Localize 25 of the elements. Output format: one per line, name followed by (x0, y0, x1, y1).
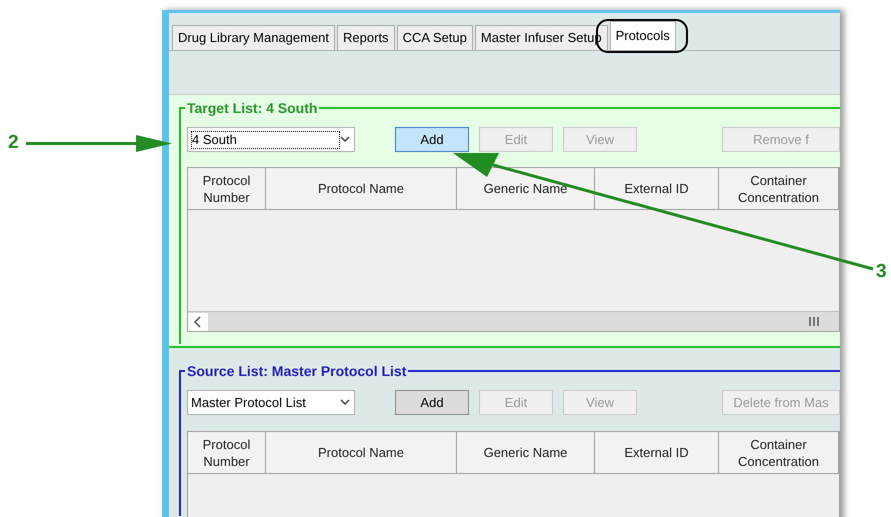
column-header[interactable]: Protocol Name (266, 168, 457, 210)
column-header[interactable]: Generic Name (457, 432, 595, 474)
chevron-down-icon (340, 136, 350, 143)
column-header[interactable]: External ID (595, 168, 719, 210)
column-header[interactable]: External ID (595, 432, 719, 474)
column-header[interactable]: Container Concentration (719, 432, 839, 474)
dropdown[interactable]: Master Protocol List (187, 390, 355, 415)
column-header[interactable]: Protocol Number (188, 168, 266, 210)
tab[interactable]: Reports (337, 25, 395, 50)
callout-number: 3 (876, 260, 887, 284)
column-header[interactable]: Protocol Number (188, 432, 266, 474)
tab[interactable]: CCA Setup (396, 25, 473, 50)
callout-number: 2 (8, 131, 19, 155)
grip-icon (809, 317, 819, 326)
column-header[interactable]: Container Concentration (719, 168, 839, 210)
horizontal-scrollbar[interactable] (188, 311, 839, 331)
tab[interactable]: Drug Library Management (172, 25, 336, 50)
tab[interactable]: Protocols (610, 21, 676, 50)
column-header[interactable]: Protocol Name (266, 432, 457, 474)
chevron-down-icon (340, 399, 350, 406)
column-header[interactable]: Generic Name (457, 168, 595, 210)
chevron-left-icon[interactable] (188, 312, 208, 330)
dropdown[interactable]: 4 South (187, 127, 355, 152)
button[interactable]: Add (395, 390, 469, 415)
button[interactable]: Add (395, 127, 469, 152)
